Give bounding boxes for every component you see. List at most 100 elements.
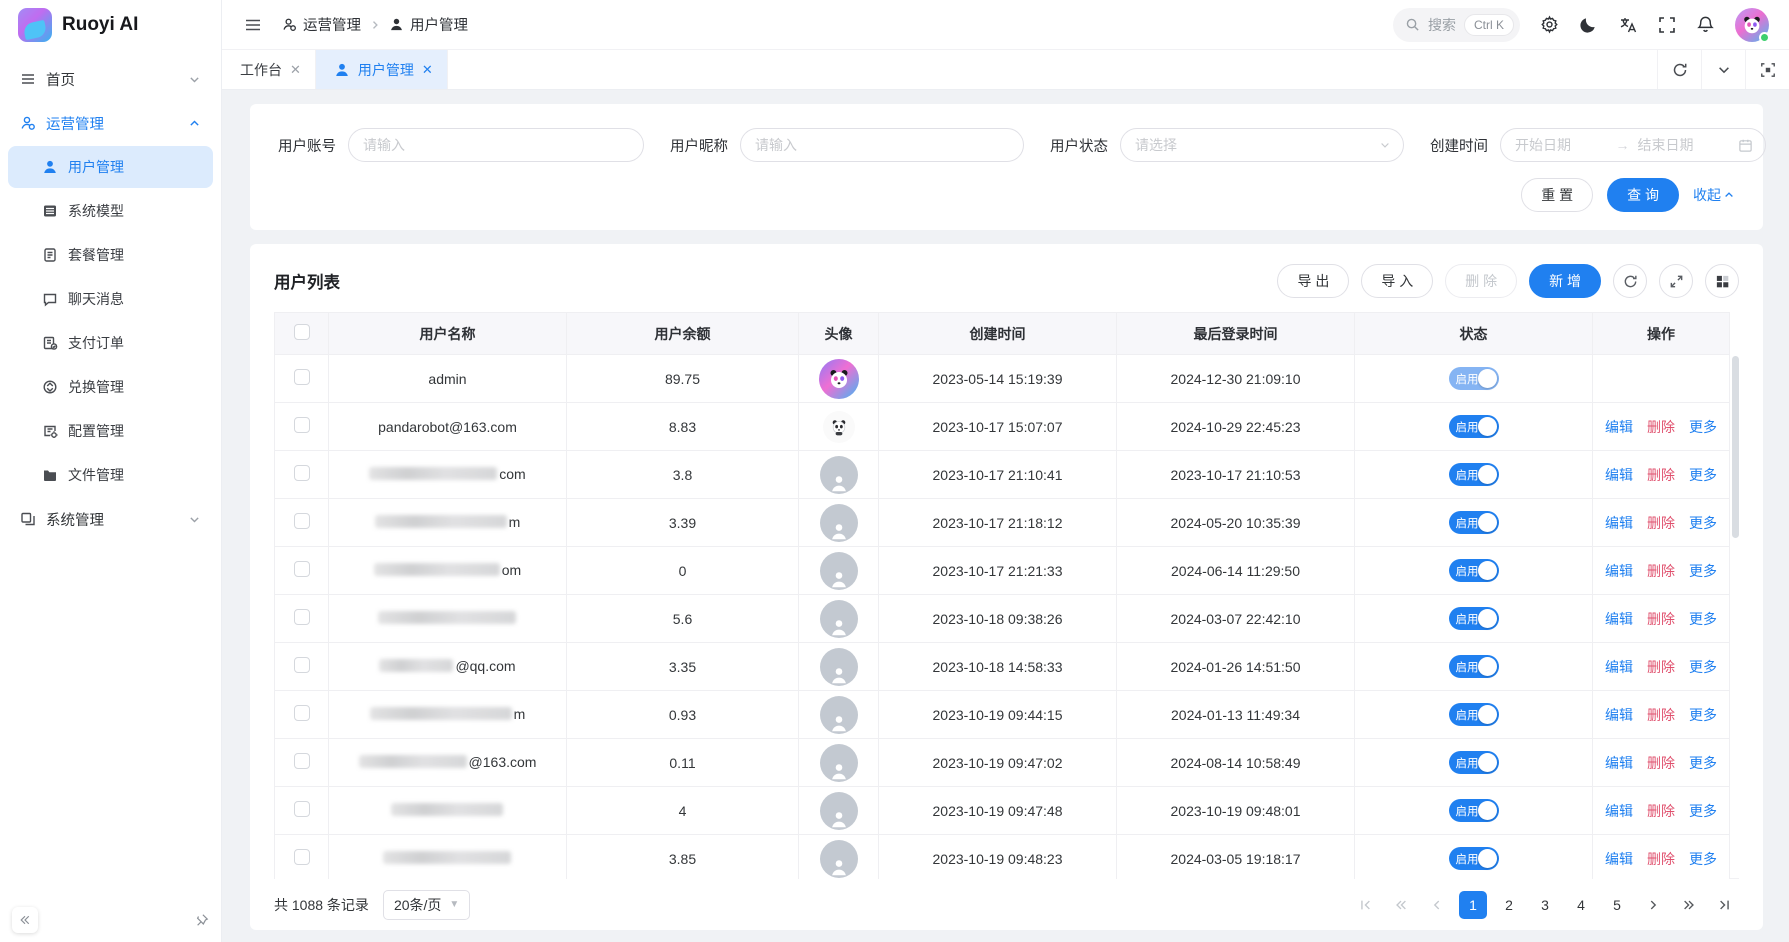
status-toggle[interactable]: 启用 (1449, 655, 1499, 678)
edit-link[interactable]: 编辑 (1605, 657, 1633, 677)
sidebar-item-model[interactable]: 系统模型 (8, 190, 213, 232)
add-button[interactable]: 新 增 (1529, 264, 1601, 298)
delete-link[interactable]: 删除 (1647, 513, 1675, 533)
page-number-5[interactable]: 5 (1603, 891, 1631, 919)
page-chevron-right-button[interactable] (1639, 891, 1667, 919)
status-toggle[interactable]: 启用 (1449, 559, 1499, 582)
select-all-checkbox[interactable] (294, 324, 310, 340)
status-toggle[interactable]: 启用 (1449, 415, 1499, 438)
page-number-2[interactable]: 2 (1495, 891, 1523, 919)
row-checkbox[interactable] (294, 705, 310, 721)
edit-link[interactable]: 编辑 (1605, 561, 1633, 581)
sidebar-item-exchange[interactable]: 兑换管理 (8, 366, 213, 408)
status-toggle[interactable]: 启用 (1449, 367, 1499, 390)
delete-link[interactable]: 删除 (1647, 705, 1675, 725)
edit-link[interactable]: 编辑 (1605, 849, 1633, 869)
pin-icon[interactable] (195, 913, 209, 927)
settings-gear-icon[interactable] (1540, 15, 1559, 34)
tab-workbench[interactable]: 工作台✕ (222, 50, 316, 89)
table-fullscreen-button[interactable] (1659, 264, 1693, 298)
delete-link[interactable]: 删除 (1647, 417, 1675, 437)
page-skip-last-button[interactable] (1711, 891, 1739, 919)
fullscreen-icon[interactable] (1658, 16, 1676, 34)
edit-link[interactable]: 编辑 (1605, 753, 1633, 773)
more-link[interactable]: 更多 (1689, 417, 1717, 437)
close-icon[interactable]: ✕ (422, 62, 433, 78)
edit-link[interactable]: 编辑 (1605, 609, 1633, 629)
content-fullscreen-button[interactable] (1745, 50, 1789, 89)
sidebar-item-chat[interactable]: 聊天消息 (8, 278, 213, 320)
more-link[interactable]: 更多 (1689, 801, 1717, 821)
sidebar-item-pay[interactable]: 支付订单 (8, 322, 213, 364)
page-skip-first-button[interactable] (1351, 891, 1379, 919)
user-avatar[interactable] (1735, 8, 1769, 42)
delete-link[interactable]: 删除 (1647, 753, 1675, 773)
close-icon[interactable]: ✕ (290, 62, 301, 78)
column-settings-button[interactable] (1705, 264, 1739, 298)
page-number-1[interactable]: 1 (1459, 891, 1487, 919)
more-link[interactable]: 更多 (1689, 849, 1717, 869)
breadcrumb-item-user-management[interactable]: 用户管理 (389, 14, 468, 35)
tab-user-management[interactable]: 用户管理✕ (316, 50, 448, 89)
row-checkbox[interactable] (294, 465, 310, 481)
edit-link[interactable]: 编辑 (1605, 513, 1633, 533)
row-checkbox[interactable] (294, 561, 310, 577)
status-toggle[interactable]: 启用 (1449, 799, 1499, 822)
page-size-select[interactable]: 20条/页 ▼ (383, 890, 470, 920)
export-button[interactable]: 导 出 (1277, 264, 1349, 298)
delete-link[interactable]: 删除 (1647, 561, 1675, 581)
more-link[interactable]: 更多 (1689, 465, 1717, 485)
more-link[interactable]: 更多 (1689, 753, 1717, 773)
status-toggle[interactable]: 启用 (1449, 511, 1499, 534)
collapse-filters-link[interactable]: 收起 (1693, 185, 1735, 205)
row-checkbox[interactable] (294, 609, 310, 625)
status-toggle[interactable]: 启用 (1449, 607, 1499, 630)
edit-link[interactable]: 编辑 (1605, 801, 1633, 821)
edit-link[interactable]: 编辑 (1605, 465, 1633, 485)
page-number-4[interactable]: 4 (1567, 891, 1595, 919)
page-fast-backward-button[interactable] (1387, 891, 1415, 919)
status-toggle[interactable]: 启用 (1449, 751, 1499, 774)
dark-mode-moon-icon[interactable] (1579, 15, 1598, 34)
brand[interactable]: Ruoyi AI (0, 0, 221, 50)
nickname-input[interactable] (740, 128, 1024, 162)
breadcrumb-item-operations[interactable]: 运营管理 (282, 14, 361, 35)
menu-toggle-icon[interactable] (244, 16, 262, 34)
row-checkbox[interactable] (294, 513, 310, 529)
page-chevron-left-button[interactable] (1423, 891, 1451, 919)
more-link[interactable]: 更多 (1689, 513, 1717, 533)
sidebar-item-operations[interactable]: 运营管理 (8, 102, 213, 144)
sidebar-item-home[interactable]: 首页 (8, 58, 213, 100)
delete-button[interactable]: 删 除 (1445, 264, 1517, 298)
more-link[interactable]: 更多 (1689, 609, 1717, 629)
table-refresh-button[interactable] (1613, 264, 1647, 298)
tabs-more-button[interactable] (1701, 50, 1745, 89)
sidebar-item-package[interactable]: 套餐管理 (8, 234, 213, 276)
sidebar-collapse-button[interactable] (12, 907, 38, 933)
row-checkbox[interactable] (294, 417, 310, 433)
row-checkbox[interactable] (294, 369, 310, 385)
sidebar-item-config[interactable]: 配置管理 (8, 410, 213, 452)
delete-link[interactable]: 删除 (1647, 609, 1675, 629)
tabs-refresh-button[interactable] (1657, 50, 1701, 89)
status-toggle[interactable]: 启用 (1449, 847, 1499, 870)
account-input[interactable] (348, 128, 644, 162)
delete-link[interactable]: 删除 (1647, 849, 1675, 869)
delete-link[interactable]: 删除 (1647, 465, 1675, 485)
sidebar-item-user[interactable]: 用户管理 (8, 146, 213, 188)
more-link[interactable]: 更多 (1689, 657, 1717, 677)
row-checkbox[interactable] (294, 801, 310, 817)
edit-link[interactable]: 编辑 (1605, 705, 1633, 725)
status-select[interactable]: 请选择 (1120, 128, 1404, 162)
more-link[interactable]: 更多 (1689, 705, 1717, 725)
sidebar-item-system[interactable]: 系统管理 (8, 498, 213, 540)
sidebar-item-folder[interactable]: 文件管理 (8, 454, 213, 496)
import-button[interactable]: 导 入 (1361, 264, 1433, 298)
search-button[interactable]: 查 询 (1607, 178, 1679, 212)
global-search[interactable]: 搜索 Ctrl K (1393, 8, 1520, 42)
page-number-3[interactable]: 3 (1531, 891, 1559, 919)
row-checkbox[interactable] (294, 753, 310, 769)
date-range-picker[interactable]: 开始日期 → 结束日期 (1500, 128, 1766, 162)
status-toggle[interactable]: 启用 (1449, 463, 1499, 486)
page-fast-forward-button[interactable] (1675, 891, 1703, 919)
